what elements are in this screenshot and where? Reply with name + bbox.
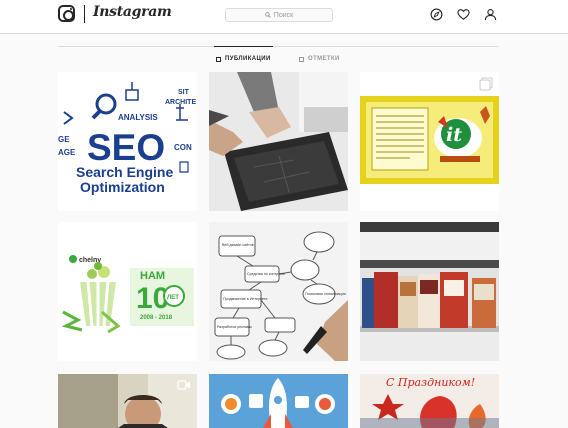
anniversary-suffix: ЛЕТ <box>167 295 179 301</box>
seo-word-archite: ARCHITE <box>165 99 196 106</box>
search-placeholder: Поиск <box>273 11 294 19</box>
post-tile-flowchart[interactable]: Веб-дизайн сайтов Средства по контролю П… <box>209 222 348 361</box>
flow-box-5: Поисковая оптимизация <box>305 292 346 296</box>
hands-on-tablet-photo <box>209 72 348 211</box>
post-tile-it-card[interactable]: it <box>360 72 499 211</box>
post-tile-holiday[interactable]: С Праздником! <box>360 374 499 428</box>
tab-publications[interactable]: ПУБЛИКАЦИИ <box>214 46 273 70</box>
tab-label: ОТМЕТКИ <box>308 56 340 62</box>
it-diploma-card: it <box>360 72 499 211</box>
flow-box-1: Веб-дизайн сайтов <box>222 243 254 247</box>
tabs-divider <box>58 46 498 47</box>
it-logo-text: it <box>446 124 462 146</box>
post-tile-tablet[interactable] <box>209 72 348 211</box>
top-navigation-bar: Instagram Поиск <box>0 0 568 34</box>
compass-icon[interactable] <box>430 8 443 21</box>
rocket-launch-illustration <box>209 374 348 428</box>
seo-word-sit: SIT <box>178 89 190 96</box>
seo-line1: Search Engine <box>76 164 173 180</box>
seo-illustration: ANALYSIS SIT ARCHITE CON GE AGE SEO Sear… <box>58 72 197 211</box>
post-tile-seo[interactable]: ANALYSIS SIT ARCHITE CON GE AGE SEO Sear… <box>58 72 197 211</box>
grid-icon <box>216 56 221 62</box>
search-icon <box>264 12 271 18</box>
flow-box-4: Разработка рекламы <box>217 325 252 329</box>
tab-tagged[interactable]: ОТМЕТКИ <box>299 48 340 70</box>
post-tile-rocket[interactable] <box>209 374 348 428</box>
tab-label: ПУБЛИКАЦИИ <box>225 56 271 62</box>
carousel-icon <box>479 77 493 91</box>
instagram-logo-icon[interactable] <box>58 5 75 22</box>
post-tile-anniversary[interactable]: chelny НАМ 10 ЛЕТ 2008 - 2018 <box>58 222 197 361</box>
search-input[interactable]: Поиск <box>225 8 333 22</box>
flow-box-3: Продвижение в Интернете <box>223 297 267 301</box>
chelny-anniversary: chelny НАМ 10 ЛЕТ 2008 - 2018 <box>58 222 197 361</box>
holiday-greeting-card: С Праздником! <box>360 374 499 428</box>
anniversary-years: 2008 - 2018 <box>140 315 173 321</box>
instagram-wordmark[interactable]: Instagram <box>93 4 172 20</box>
seo-line2: Optimization <box>80 179 165 195</box>
seo-title: SEO <box>87 127 165 168</box>
heart-icon[interactable] <box>457 8 470 21</box>
flow-box-2: Средства по контролю <box>247 272 285 276</box>
post-tile-books[interactable] <box>360 222 499 361</box>
seo-word-analysis: ANALYSIS <box>118 113 158 122</box>
holiday-title: С Праздником! <box>386 376 475 389</box>
tag-icon <box>299 56 304 62</box>
user-icon[interactable] <box>484 8 497 21</box>
flowchart-drawing: Веб-дизайн сайтов Средства по контролю П… <box>209 222 348 361</box>
video-icon <box>177 380 190 390</box>
seo-word-con: CON <box>174 143 192 152</box>
post-tile-video[interactable] <box>58 374 197 428</box>
seo-word-ge: GE <box>58 135 70 144</box>
anniversary-line1: НАМ <box>140 270 165 282</box>
books-on-shelf-photo <box>360 222 499 361</box>
seo-word-age: AGE <box>58 148 76 157</box>
logo-divider <box>84 5 85 23</box>
